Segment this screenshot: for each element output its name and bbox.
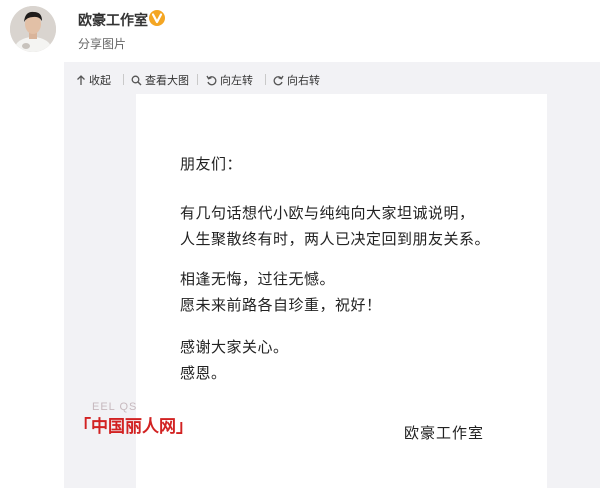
toolbar-divider <box>197 74 198 85</box>
image-toolbar: 收起 查看大图 向左转 向右转 <box>64 62 600 96</box>
avatar[interactable] <box>10 6 56 52</box>
letter-line: 愿未来前路各自珍重，祝好！ <box>180 296 382 314</box>
letter-line: 有几句话想代小欧与纯纯向大家坦诚说明， <box>180 204 475 222</box>
post-header: 欧豪工作室 分享图片 <box>0 0 600 62</box>
user-name[interactable]: 欧豪工作室 <box>78 10 148 30</box>
verified-v-icon <box>149 10 165 26</box>
toolbar-divider <box>123 74 124 85</box>
weibo-post: 欧豪工作室 分享图片 收起 查看大图 向左转 向右转 朋友们： 有几句话想代小欧… <box>0 0 600 488</box>
view-large-button[interactable]: 查看大图 <box>131 72 189 88</box>
toolbar-divider <box>265 74 266 85</box>
rotate-right-button[interactable]: 向右转 <box>273 72 320 88</box>
letter-signature: 欧豪工作室 <box>404 424 485 442</box>
rotate-right-icon <box>273 75 284 85</box>
collapse-label: 收起 <box>89 74 111 87</box>
letter-line: 感谢大家关心。 <box>180 338 289 356</box>
rotate-left-icon <box>206 75 217 85</box>
rotate-left-button[interactable]: 向左转 <box>206 72 253 88</box>
avatar-portrait-image <box>10 6 56 52</box>
rotate-right-label: 向右转 <box>287 74 320 87</box>
letter-line: 人生聚散终有时，两人已决定回到朋友关系。 <box>180 230 491 248</box>
site-watermark: 「中国丽人网」 <box>74 417 193 437</box>
magnifier-icon <box>131 75 142 85</box>
collapse-button[interactable]: 收起 <box>76 72 111 88</box>
arrow-up-icon <box>77 74 85 85</box>
letter-greeting: 朋友们： <box>180 155 243 173</box>
letter-line: 相逢无悔，过往无憾。 <box>180 270 336 288</box>
rotate-left-label: 向左转 <box>220 74 253 87</box>
letter-line: 感恩。 <box>180 364 227 382</box>
post-action-text: 分享图片 <box>78 37 127 51</box>
view-large-label: 查看大图 <box>145 74 189 87</box>
statement-image[interactable]: 朋友们： 有几句话想代小欧与纯纯向大家坦诚说明， 人生聚散终有时，两人已决定回到… <box>136 94 547 488</box>
